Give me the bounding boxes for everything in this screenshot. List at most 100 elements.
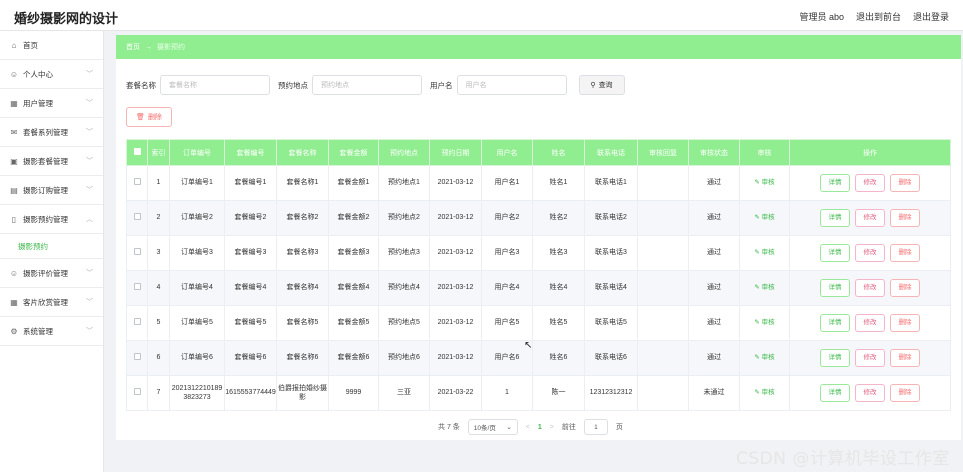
detail-button[interactable]: 详情: [820, 209, 850, 227]
table-cell: 订单编号3: [169, 235, 225, 271]
table-cell: [637, 200, 689, 236]
detail-button[interactable]: 详情: [820, 174, 850, 192]
sidebar-item-5[interactable]: ▤ 摄影订购管理 ﹀: [0, 176, 103, 205]
page-size-select[interactable]: 10条/页 ⌄: [467, 419, 518, 435]
audit-cell: ✎ 审核: [739, 340, 790, 376]
breadcrumb-arrow-icon: →: [145, 43, 152, 51]
chevron-down-icon: ﹀: [86, 299, 93, 306]
sidebar-item-0[interactable]: ⌂ 首页: [0, 31, 103, 60]
table-cell: [637, 165, 689, 201]
delete-button[interactable]: 删除: [890, 279, 920, 297]
username-input[interactable]: 用户名: [456, 75, 567, 95]
pagination: 共 7 条 10条/页 ⌄ < 1 > 前往 1 页: [438, 419, 623, 435]
column-header: 套餐编号: [224, 139, 277, 166]
select-all-header[interactable]: [126, 139, 148, 166]
column-header: 套餐金额: [328, 139, 379, 166]
breadcrumb-home[interactable]: 首页: [126, 42, 140, 52]
column-header: 套餐名称: [276, 139, 329, 166]
row-actions: 详情 修改 删除: [790, 314, 950, 332]
batch-delete-button[interactable]: 🗑 删除: [126, 107, 172, 127]
delete-button[interactable]: 删除: [890, 349, 920, 367]
table-cell: 套餐名称5: [276, 305, 329, 341]
pager-next-button[interactable]: >: [550, 424, 554, 431]
row-checkbox[interactable]: [133, 387, 141, 395]
sidebar-subitem-reservation[interactable]: 摄影预约: [0, 234, 103, 259]
row-checkbox[interactable]: [133, 282, 141, 290]
delete-button[interactable]: 删除: [890, 244, 920, 262]
sidebar-item-1[interactable]: ☺ 个人中心 ﹀: [0, 60, 103, 89]
audit-cell: ✎ 审核: [739, 165, 790, 201]
sidebar-item-3[interactable]: ✉ 套餐系列管理 ﹀: [0, 118, 103, 147]
row-checkbox[interactable]: [133, 317, 141, 325]
table-cell: 通过: [688, 340, 740, 376]
edit-button[interactable]: 修改: [855, 209, 885, 227]
table-cell: 2021-03-12: [429, 340, 482, 376]
ops-cell: 详情 修改 删除: [789, 165, 951, 201]
audit-link[interactable]: ✎ 审核: [754, 319, 774, 326]
sidebar-item-4[interactable]: ▣ 摄影套餐管理 ﹀: [0, 147, 103, 176]
select-all-checkbox[interactable]: [133, 148, 141, 155]
detail-button[interactable]: 详情: [820, 349, 850, 367]
logout-link[interactable]: 退出登录: [913, 10, 949, 23]
sidebar-item-6[interactable]: ▯ 摄影预约管理 ︿: [0, 205, 103, 234]
table-cell: 套餐编号6: [224, 340, 277, 376]
edit-button[interactable]: 修改: [855, 279, 885, 297]
sidebar-item-label: 个人中心: [23, 69, 53, 79]
pager-goto-input[interactable]: 1: [583, 419, 608, 435]
column-header: 预约日期: [429, 139, 482, 166]
audit-link[interactable]: ✎ 审核: [754, 389, 774, 396]
sidebar-item-label: 套餐系列管理: [23, 127, 68, 137]
detail-button[interactable]: 详情: [820, 384, 850, 402]
row-actions: 详情 修改 删除: [790, 384, 950, 402]
delete-button[interactable]: 删除: [890, 314, 920, 332]
search-button[interactable]: ⚲ 查询: [578, 75, 625, 95]
row-checkbox[interactable]: [133, 212, 141, 220]
table-cell: 通过: [688, 235, 740, 271]
audit-link[interactable]: ✎ 审核: [754, 354, 774, 361]
table-cell: 订单编号1: [169, 165, 225, 201]
detail-button[interactable]: 详情: [820, 244, 850, 262]
delete-button[interactable]: 删除: [890, 209, 920, 227]
sidebar: ⌂ 首页 ☺ 个人中心 ﹀ ▦ 用户管理 ﹀ ✉ 套餐系列管理 ﹀ ▣ 摄影套餐管理 ﹀ ▤ 摄影订购管理 ﹀ ▯…: [0, 31, 104, 472]
audit-link[interactable]: ✎ 审核: [754, 214, 774, 221]
edit-button[interactable]: 修改: [855, 349, 885, 367]
location-input[interactable]: 预约地点: [312, 75, 422, 95]
watermark: CSDN @计算机毕设工作室: [736, 449, 950, 469]
row-checkbox[interactable]: [133, 177, 141, 185]
top-bar: 婚纱摄影网的设计 管理员 abo 退出到前台 退出登录: [0, 0, 963, 31]
sidebar-item-b1[interactable]: ▦ 客片欣赏管理 ﹀: [0, 288, 103, 317]
table-cell: [637, 305, 689, 341]
audit-link[interactable]: ✎ 审核: [754, 179, 774, 186]
delete-button[interactable]: 删除: [890, 384, 920, 402]
chevron-down-icon: ⌄: [506, 424, 512, 431]
table-cell: 套餐金额4: [328, 270, 379, 306]
sidebar-item-b2[interactable]: ⚙ 系统管理 ﹀: [0, 317, 103, 346]
audit-link[interactable]: ✎ 审核: [754, 284, 774, 291]
table-cell: 伯爵报拍婚纱摄影: [276, 375, 329, 411]
table-cell: 套餐编号4: [224, 270, 277, 306]
edit-button[interactable]: 修改: [855, 244, 885, 262]
table-cell: 9999: [328, 375, 379, 411]
edit-button[interactable]: 修改: [855, 174, 885, 192]
table-row: 2 订单编号2 套餐编号2 套餐名称2 套餐金额2 预约地点2 2021-03-12 用户名2…: [126, 200, 951, 236]
back-to-front-link[interactable]: 退出到前台: [856, 10, 901, 23]
detail-button[interactable]: 详情: [820, 314, 850, 332]
detail-button[interactable]: 详情: [820, 279, 850, 297]
pager-prev-button[interactable]: <: [526, 424, 530, 431]
sidebar-item-b0[interactable]: ☺ 摄影评价管理 ﹀: [0, 259, 103, 288]
row-checkbox[interactable]: [133, 352, 141, 360]
admin-user-link[interactable]: 管理员 abo: [799, 10, 844, 23]
row-checkbox[interactable]: [133, 247, 141, 255]
package-name-input[interactable]: 套餐名称: [160, 75, 270, 95]
edit-button[interactable]: 修改: [855, 384, 885, 402]
delete-button[interactable]: 删除: [890, 174, 920, 192]
table-cell: 套餐金额1: [328, 165, 379, 201]
table-row: 7 20213122101893823273 1615553774449 伯爵报拍婚纱…: [126, 375, 951, 411]
ops-cell: 详情 修改 删除: [789, 305, 951, 341]
table-cell: 套餐名称6: [276, 340, 329, 376]
edit-button[interactable]: 修改: [855, 314, 885, 332]
audit-link[interactable]: ✎ 审核: [754, 249, 774, 256]
pager-current-page[interactable]: 1: [538, 424, 542, 431]
sidebar-item-label: 客片欣赏管理: [23, 297, 68, 307]
sidebar-item-2[interactable]: ▦ 用户管理 ﹀: [0, 89, 103, 118]
